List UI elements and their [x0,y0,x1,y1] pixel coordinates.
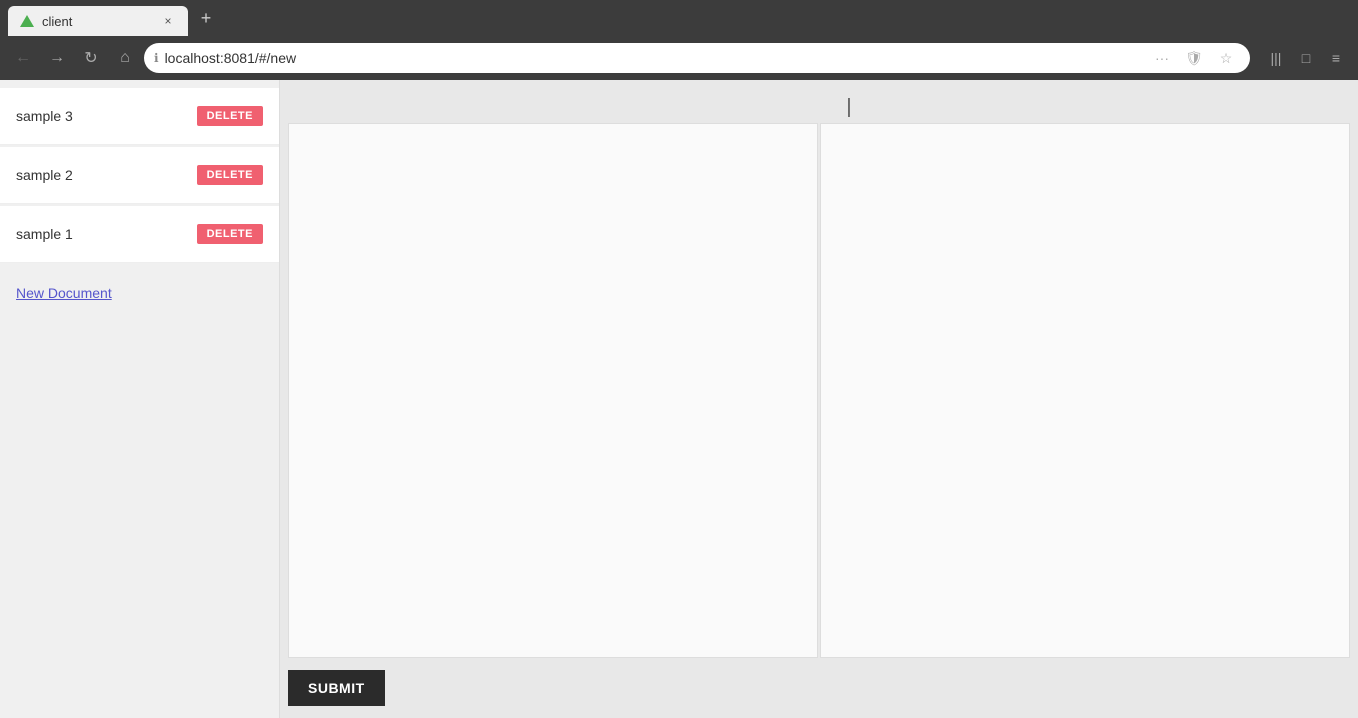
tab-bar: client × + [0,0,1358,36]
address-bar[interactable]: ℹ localhost:8081/#/new ··· 🛡 ☆ [144,43,1250,73]
editor-panel-right [820,123,1350,658]
new-document-link[interactable]: New Document [16,285,112,301]
menu-button[interactable]: ≡ [1322,44,1350,72]
tab-close-button[interactable]: × [160,13,176,29]
submit-area: SUBMIT [280,658,1358,718]
sidebar-toggle-button[interactable]: □ [1292,44,1320,72]
submit-button[interactable]: SUBMIT [288,670,385,706]
document-name: sample 3 [16,108,73,124]
reload-button[interactable]: ↻ [76,43,106,73]
document-name: sample 2 [16,167,73,183]
delete-button-2[interactable]: DELETE [197,224,263,244]
editor-panel-left[interactable] [288,123,818,658]
address-lock-icon: ℹ [154,51,159,65]
delete-button-0[interactable]: DELETE [197,106,263,126]
library-button[interactable]: ||| [1262,44,1290,72]
browser-right-actions: ||| □ ≡ [1262,44,1350,72]
new-document-section: New Document [0,269,279,319]
browser-tab[interactable]: client × [8,6,188,36]
list-item: sample 3 DELETE [0,88,279,145]
browser-chrome: client × + ← → ↻ ⌂ ℹ localhost:8081/#/ne… [0,0,1358,718]
address-text: localhost:8081/#/new [165,50,1142,66]
sidebar: sample 3 DELETE sample 2 DELETE sample 1… [0,80,280,718]
forward-button[interactable]: → [42,43,72,73]
tracking-protection-icon[interactable]: 🛡 [1180,44,1208,72]
bookmark-button[interactable]: ☆ [1212,44,1240,72]
address-actions: ··· 🛡 ☆ [1148,44,1240,72]
nav-bar: ← → ↻ ⌂ ℹ localhost:8081/#/new ··· 🛡 ☆ |… [0,36,1358,80]
new-tab-button[interactable]: + [192,4,220,32]
delete-button-1[interactable]: DELETE [197,165,263,185]
tab-title: client [42,14,152,29]
app-content: sample 3 DELETE sample 2 DELETE sample 1… [0,80,1358,718]
list-item: sample 2 DELETE [0,147,279,204]
list-item: sample 1 DELETE [0,206,279,263]
back-button[interactable]: ← [8,43,38,73]
tab-favicon [20,14,34,28]
editor-panels [280,123,1358,658]
editor-top: | [280,88,1358,119]
home-button[interactable]: ⌂ [110,43,140,73]
document-name: sample 1 [16,226,73,242]
main-area: | SUBMIT [280,80,1358,718]
cursor-indicator: | [846,96,851,119]
more-button[interactable]: ··· [1148,44,1176,72]
